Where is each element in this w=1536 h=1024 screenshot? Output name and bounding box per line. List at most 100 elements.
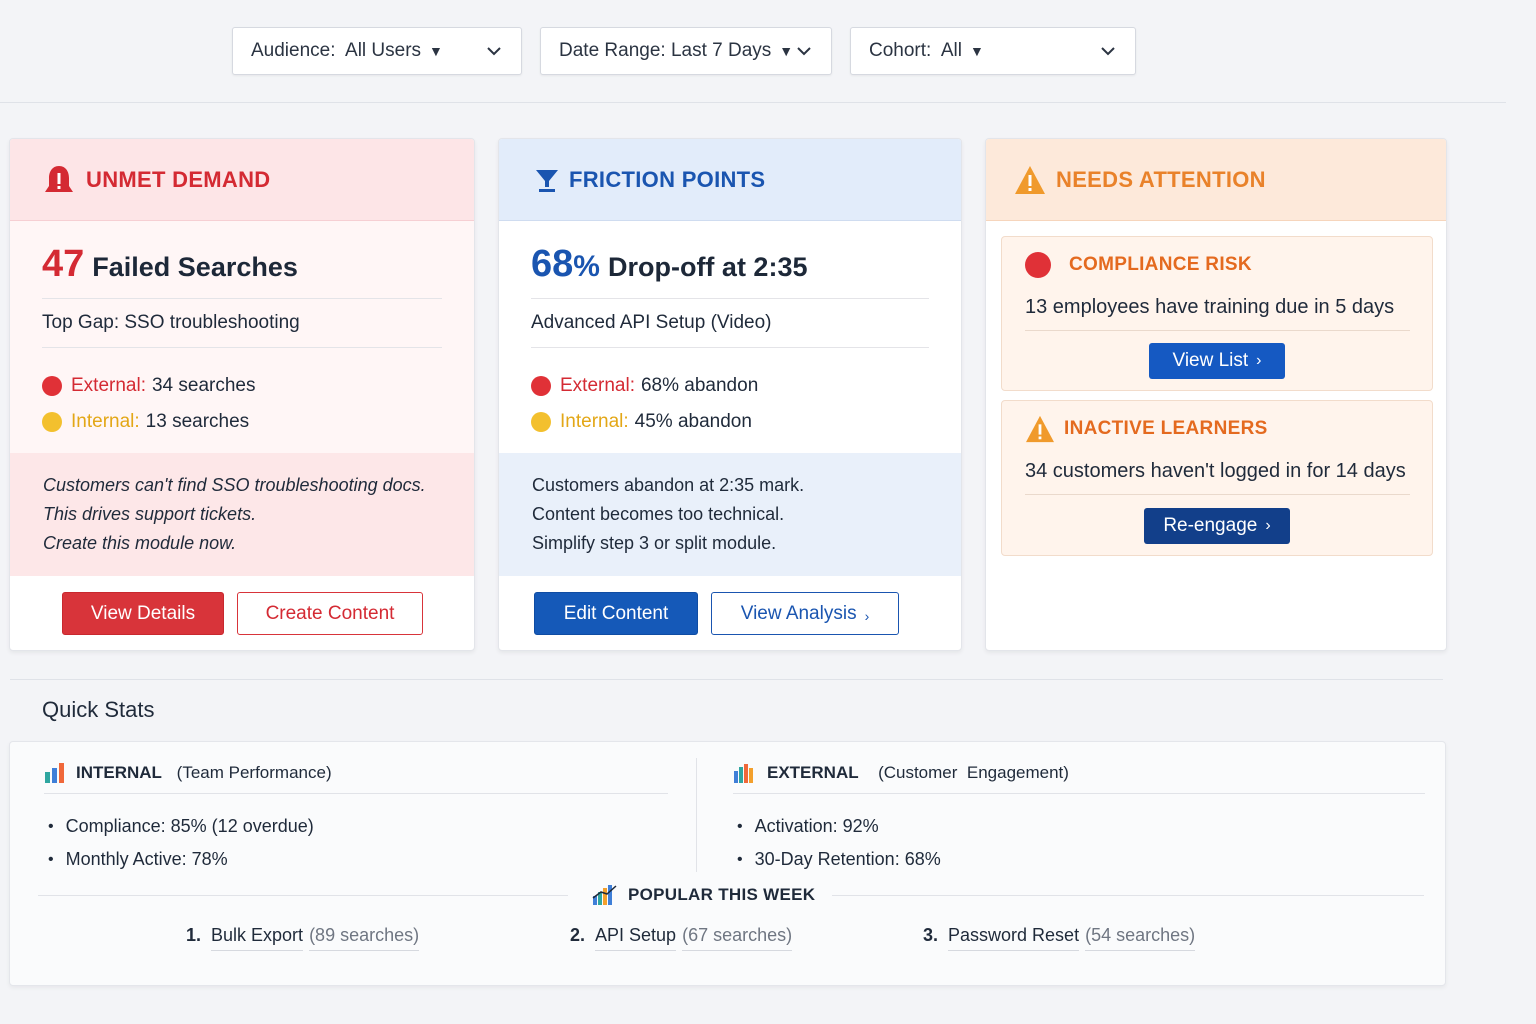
internal-value: 13 searches bbox=[145, 411, 250, 432]
funnel-icon bbox=[536, 169, 558, 192]
list-item: Activation: 92% bbox=[733, 810, 1425, 843]
internal-stats-sub: (Team Performance) bbox=[171, 762, 332, 782]
note-line: Customers can't find SSO troubleshooting… bbox=[43, 475, 426, 495]
edit-content-button[interactable]: Edit Content bbox=[534, 592, 698, 635]
warning-triangle-icon bbox=[1026, 415, 1054, 443]
friction-points-metric: 68 % Drop-off at 2:35 bbox=[531, 221, 929, 299]
external-row: External: 68% abandon bbox=[531, 368, 929, 404]
needs-attention-title: NEEDS ATTENTION bbox=[1056, 166, 1266, 192]
view-details-button[interactable]: View Details bbox=[62, 592, 224, 635]
unmet-demand-note: Customers can't find SSO troubleshooting… bbox=[10, 453, 474, 576]
chevron-right-icon: › bbox=[1265, 517, 1271, 534]
external-value: 68% abandon bbox=[640, 375, 759, 396]
unmet-demand-metric: 47 Failed Searches bbox=[42, 221, 442, 299]
friction-points-actions: Edit Content View Analysis › bbox=[499, 576, 961, 650]
bar-chart-icon bbox=[592, 885, 617, 905]
note-line: This drives support tickets. bbox=[43, 504, 257, 524]
friction-points-card: FRICTION POINTS 68 % Drop-off at 2:35 Ad… bbox=[498, 138, 962, 651]
list-item: 30-Day Retention: 68% bbox=[733, 843, 1425, 876]
compliance-risk-title: COMPLIANCE RISK bbox=[1069, 254, 1252, 275]
unmet-demand-header: UNMET DEMAND bbox=[10, 139, 474, 221]
unmet-demand-card: UNMET DEMAND 47 Failed Searches Top Gap:… bbox=[9, 138, 475, 651]
external-stats-column: EXTERNAL (Customer Engagement) Activatio… bbox=[733, 742, 1425, 876]
external-row: External: 34 searches bbox=[42, 368, 442, 404]
friction-points-split: External: 68% abandon Internal: 45% aban… bbox=[531, 348, 929, 440]
unmet-demand-body: 47 Failed Searches Top Gap: SSO troubles… bbox=[10, 221, 474, 453]
external-value: 34 searches bbox=[151, 375, 256, 396]
failed-searches-count: 47 bbox=[42, 243, 85, 285]
column-separator bbox=[696, 758, 697, 872]
caret-down-icon: ▼ bbox=[969, 43, 984, 59]
internal-stats-label: INTERNAL bbox=[76, 762, 162, 782]
inactive-learners-title: INACTIVE LEARNERS bbox=[1064, 418, 1268, 439]
compliance-risk-panel: COMPLIANCE RISK 13 employees have traini… bbox=[1001, 236, 1433, 391]
unmet-demand-actions: View Details Create Content bbox=[10, 576, 474, 650]
external-stats-sub: (Customer Engagement) bbox=[868, 762, 1069, 782]
module-name-text: Advanced API Setup (Video) bbox=[531, 299, 929, 348]
note-line: Create this module now. bbox=[43, 533, 237, 553]
external-label: External: bbox=[560, 375, 635, 396]
yellow-dot-icon bbox=[42, 412, 62, 432]
popular-item-name: Bulk Export bbox=[211, 925, 304, 951]
yellow-dot-icon bbox=[531, 412, 551, 432]
internal-stats-column: INTERNAL (Team Performance) Compliance: … bbox=[44, 742, 668, 876]
bar-chart-icon bbox=[45, 762, 64, 783]
view-list-label: View List bbox=[1172, 350, 1249, 371]
popular-item-rank: 3. bbox=[923, 925, 939, 945]
inactive-learners-panel: INACTIVE LEARNERS 34 customers haven't l… bbox=[1001, 400, 1433, 556]
filter-divider bbox=[0, 102, 1506, 103]
date-range-filter-dropdown[interactable]: Date Range: Last 7 Days ▼ bbox=[540, 27, 832, 75]
compliance-risk-header: COMPLIANCE RISK bbox=[1025, 237, 1410, 279]
chevron-down-icon bbox=[1101, 47, 1115, 56]
popular-divider-left bbox=[38, 895, 568, 896]
section-divider bbox=[10, 679, 1443, 680]
audience-filter-dropdown[interactable]: Audience: All Users ▼ bbox=[232, 27, 522, 75]
dropoff-percent-unit: % bbox=[573, 250, 600, 283]
dropoff-label: Drop-off at 2:35 bbox=[607, 252, 808, 282]
quick-stats-panel: INTERNAL (Team Performance) Compliance: … bbox=[9, 741, 1446, 986]
popular-this-week-title: POPULAR THIS WEEK bbox=[628, 885, 816, 904]
note-line: Content becomes too technical. bbox=[532, 504, 785, 524]
list-item: Monthly Active: 78% bbox=[44, 843, 668, 876]
create-content-button[interactable]: Create Content bbox=[237, 592, 423, 635]
dropoff-percent: 68 bbox=[531, 243, 574, 285]
view-analysis-button[interactable]: View Analysis › bbox=[711, 592, 899, 635]
popular-item[interactable]: 3. Password Reset (54 searches) bbox=[923, 925, 1196, 951]
popular-item-count: (89 searches) bbox=[309, 925, 420, 951]
cohort-filter-label: Cohort: All bbox=[869, 40, 962, 61]
date-range-filter-label: Date Range: Last 7 Days bbox=[559, 40, 772, 61]
needs-attention-header: NEEDS ATTENTION bbox=[986, 139, 1446, 221]
audience-filter-label: Audience: All Users bbox=[251, 40, 422, 61]
needs-attention-card: NEEDS ATTENTION COMPLIANCE RISK 13 emplo… bbox=[985, 138, 1447, 651]
internal-row: Internal: 13 searches bbox=[42, 404, 442, 440]
external-stats-list: Activation: 92% 30-Day Retention: 68% bbox=[733, 794, 1425, 876]
re-engage-button[interactable]: Re-engage › bbox=[1144, 508, 1290, 544]
popular-divider-right bbox=[832, 895, 1424, 896]
popular-item[interactable]: 1. Bulk Export (89 searches) bbox=[186, 925, 420, 951]
note-line: Customers abandon at 2:35 mark. bbox=[532, 475, 805, 495]
friction-points-header: FRICTION POINTS bbox=[499, 139, 961, 221]
view-list-button[interactable]: View List › bbox=[1149, 343, 1285, 379]
external-stats-header: EXTERNAL (Customer Engagement) bbox=[733, 742, 1425, 794]
red-dot-icon bbox=[1025, 252, 1051, 278]
red-dot-icon bbox=[531, 376, 551, 396]
internal-value: 45% abandon bbox=[634, 411, 752, 432]
popular-item-count: (54 searches) bbox=[1085, 925, 1196, 951]
view-analysis-label: View Analysis bbox=[740, 602, 857, 624]
chevron-right-icon: › bbox=[1256, 352, 1262, 369]
friction-points-note: Customers abandon at 2:35 mark. Content … bbox=[499, 453, 961, 576]
popular-item[interactable]: 2. API Setup (67 searches) bbox=[570, 925, 793, 951]
chevron-down-icon bbox=[797, 47, 811, 56]
inactive-learners-text: 34 customers haven't logged in for 14 da… bbox=[1025, 443, 1410, 495]
bar-chart-icon bbox=[734, 763, 753, 783]
red-dot-icon bbox=[42, 376, 62, 396]
popular-item-rank: 1. bbox=[186, 925, 202, 945]
popular-item-count: (67 searches) bbox=[682, 925, 793, 951]
warning-triangle-icon bbox=[1015, 165, 1045, 194]
popular-item-name: Password Reset bbox=[948, 925, 1080, 951]
internal-label: Internal: bbox=[71, 411, 140, 432]
internal-label: Internal: bbox=[560, 411, 629, 432]
cohort-filter-dropdown[interactable]: Cohort: All ▼ bbox=[850, 27, 1136, 75]
internal-row: Internal: 45% abandon bbox=[531, 404, 929, 440]
filter-bar: Audience: All Users ▼ Date Range: Last 7… bbox=[232, 27, 1136, 75]
